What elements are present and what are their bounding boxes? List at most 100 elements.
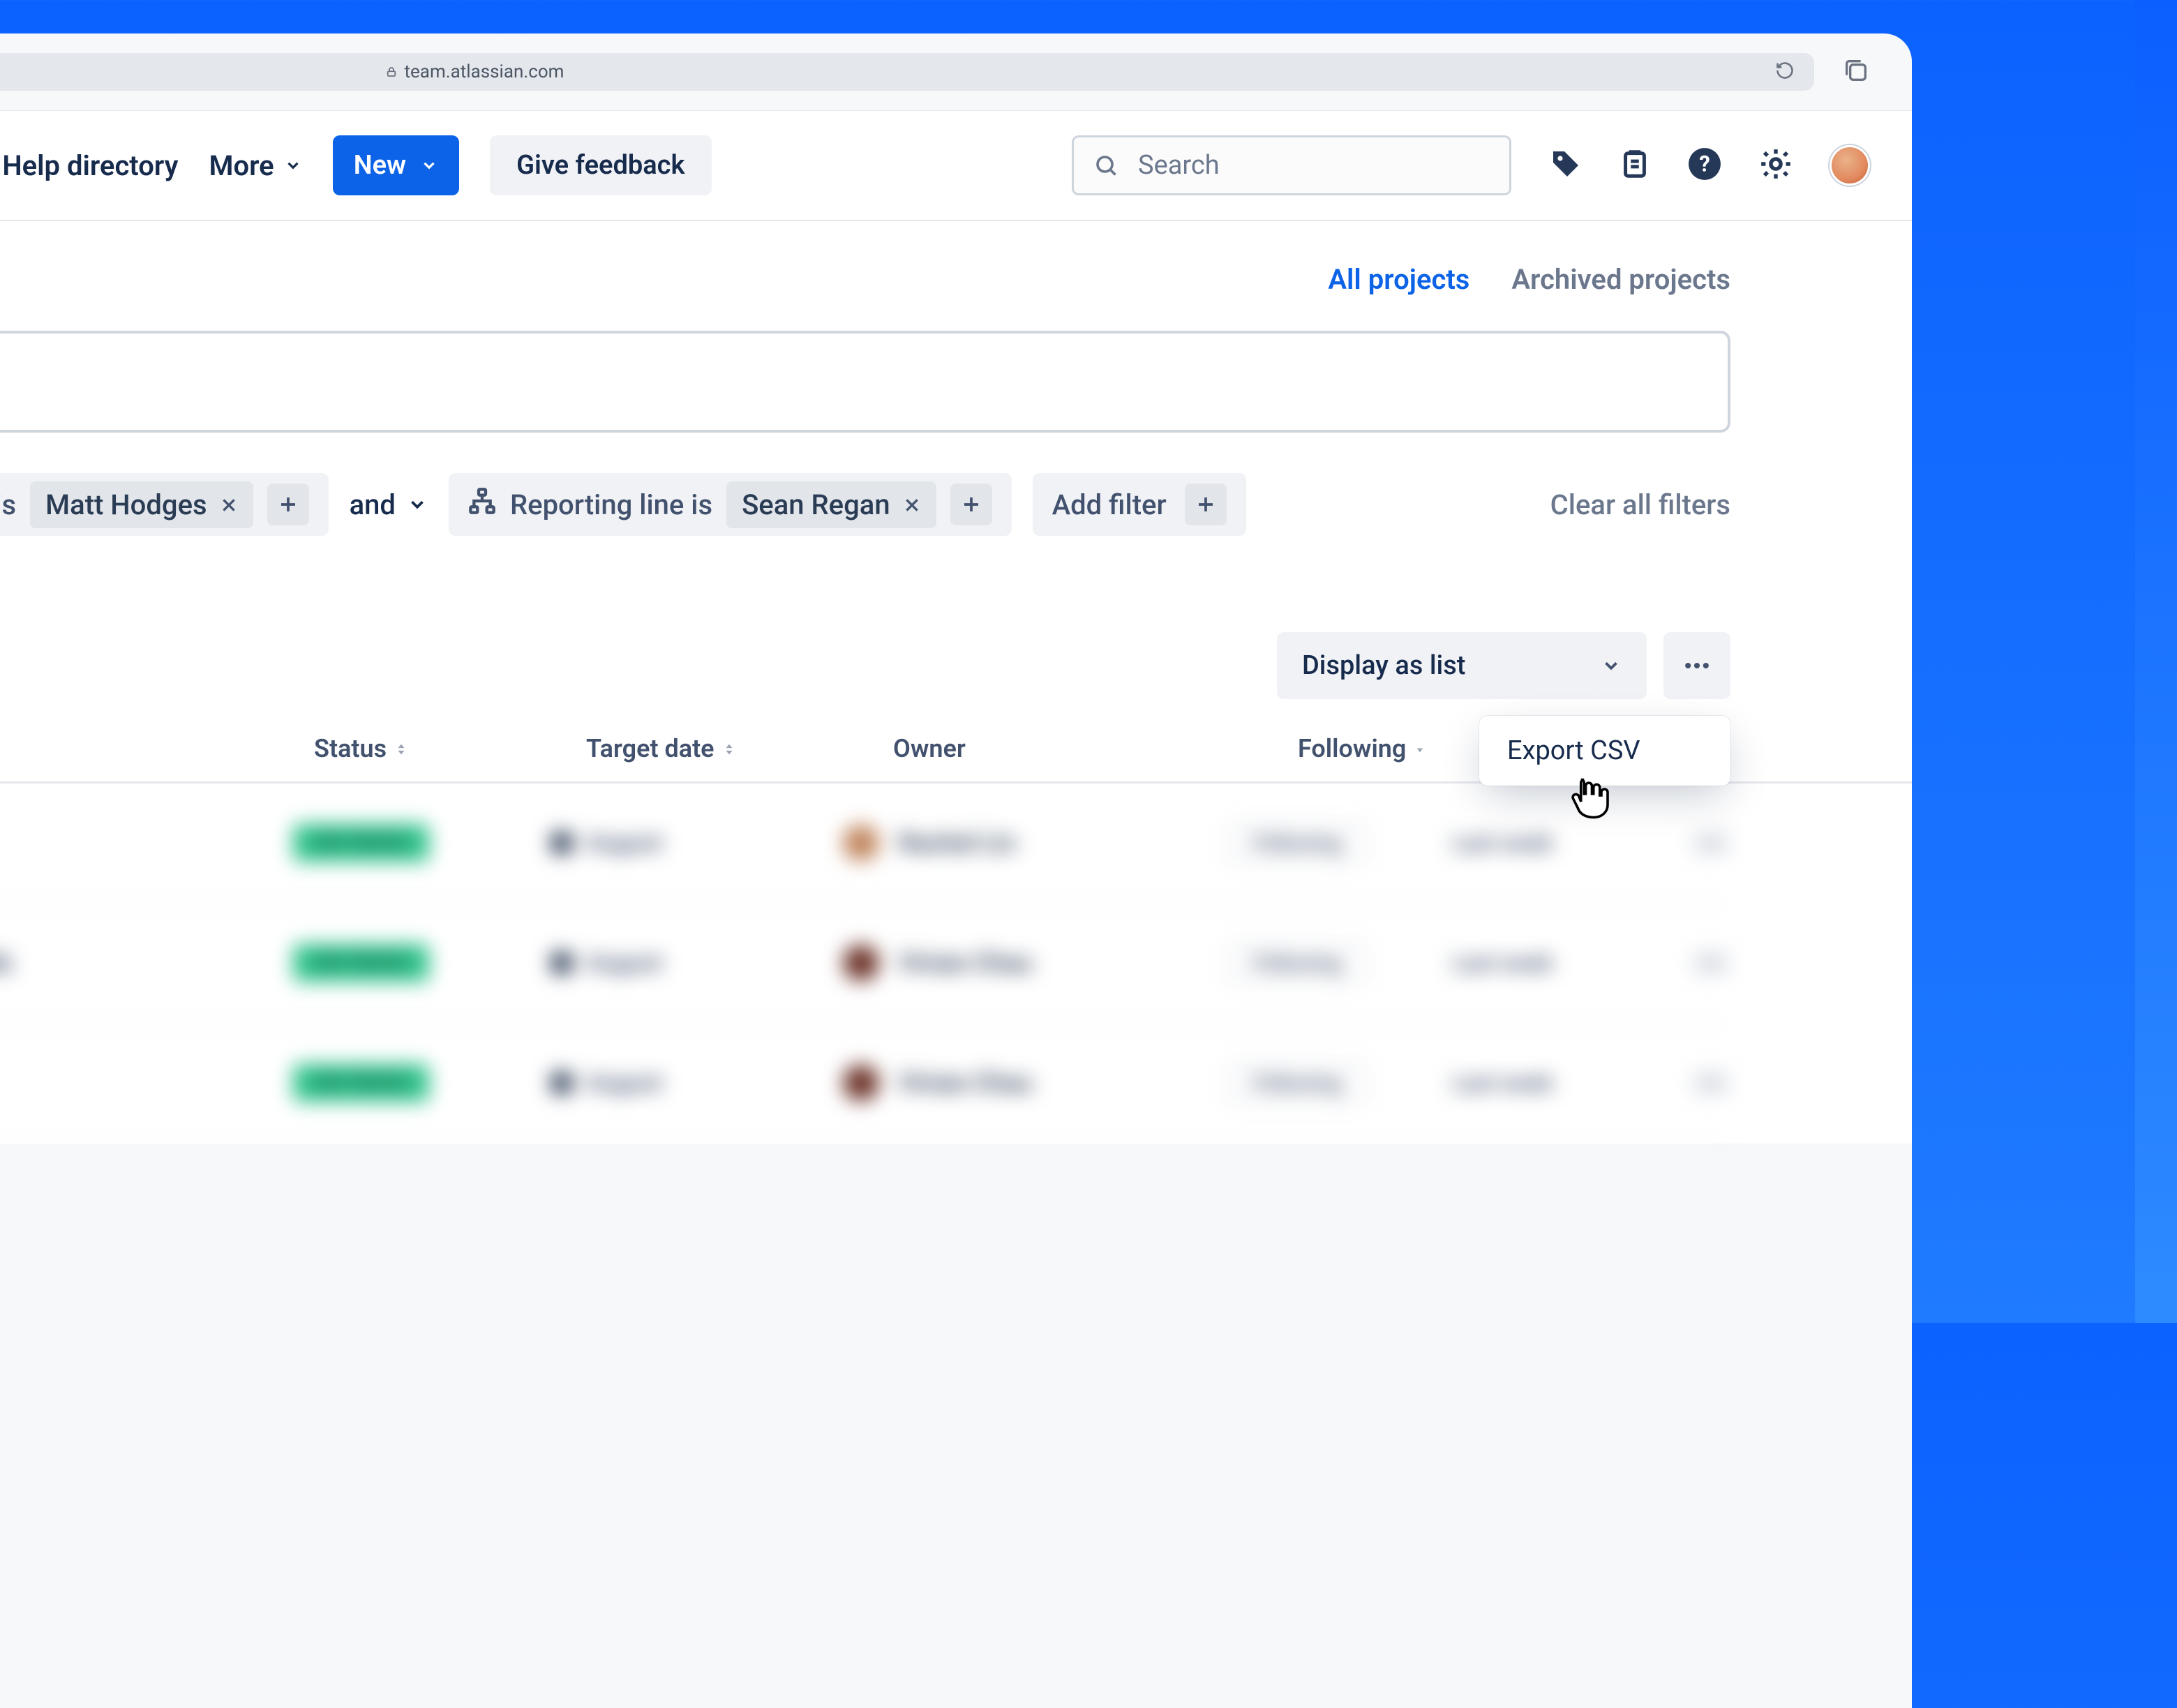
add-filter-button[interactable]: Add filter (1033, 473, 1246, 536)
add-contributor-button[interactable] (267, 484, 309, 525)
app-header: ms Help directory More New Give feedback (0, 111, 1912, 221)
search-icon (1093, 153, 1119, 178)
hierarchy-icon (468, 487, 496, 522)
row-actions[interactable] (1691, 829, 1730, 857)
filter-row: butor is Matt Hodges and (0, 460, 1912, 548)
row-following[interactable]: Following (1227, 1063, 1453, 1103)
owner-avatar (843, 825, 879, 861)
col-following-label: Following (1298, 734, 1406, 763)
chip-reporting-line-text: Sean Regan (742, 488, 890, 521)
target-dot-icon (551, 1072, 572, 1093)
chevron-down-icon (407, 494, 428, 515)
display-mode-select[interactable]: Display as list (1277, 632, 1647, 699)
search-placeholder: Search (1138, 150, 1220, 181)
filter-reporting-line-label: Reporting line is (510, 488, 712, 521)
plus-icon (1195, 494, 1216, 515)
more-horizontal-icon (1691, 1069, 1730, 1097)
filter-connector-label: and (350, 488, 396, 521)
new-button-label: New (354, 150, 406, 181)
table-row[interactable]: timonialsON TRACKAugustVivian ChauFollow… (0, 904, 1730, 1024)
owner-avatar (843, 1065, 879, 1101)
status-badge: ON TRACK (293, 944, 429, 982)
col-target-date[interactable]: Target date (586, 734, 893, 763)
settings-icon[interactable] (1758, 147, 1793, 184)
status-badge: ON TRACK (293, 824, 429, 862)
more-actions-button[interactable] (1663, 632, 1730, 699)
clipboard-icon[interactable] (1619, 148, 1651, 183)
row-title: timonials (0, 947, 293, 978)
url-text: team.atlassian.com (405, 61, 564, 82)
row-actions[interactable] (1691, 949, 1730, 977)
row-following[interactable]: Following (1227, 943, 1453, 983)
chip-remove-icon[interactable] (220, 488, 238, 521)
row-status-cell: ON TRACK (293, 944, 551, 982)
add-reporting-line-button[interactable] (950, 484, 992, 525)
more-horizontal-icon (1691, 949, 1730, 977)
target-dot-icon (551, 832, 572, 853)
row-owner[interactable]: Vivian Chau (843, 1065, 1227, 1101)
row-last: Last week (1452, 950, 1691, 976)
chip-contributor-text: Matt Hodges (45, 488, 207, 521)
col-status-label: Status (314, 734, 387, 763)
svg-text:?: ? (1699, 151, 1710, 177)
row-owner[interactable]: Rachel Lin (843, 825, 1227, 861)
filter-reporting-line[interactable]: Reporting line is Sean Regan (449, 473, 1012, 536)
display-row: Display as list Export CSV (0, 548, 1912, 713)
search-input[interactable]: Search (1072, 135, 1511, 195)
filter-contributor-label: butor is (0, 488, 16, 521)
chip-contributor-value[interactable]: Matt Hodges (30, 481, 253, 528)
sort-desc-icon (1413, 734, 1427, 763)
tabs-icon[interactable] (1842, 57, 1870, 87)
app-root: ms Help directory More New Give feedback (0, 110, 1912, 1144)
url-content: team.atlassian.com (385, 61, 564, 82)
nav-more-label: More (209, 149, 274, 182)
nav-help-directory[interactable]: Help directory (2, 149, 178, 182)
nav-help-directory-label: Help directory (2, 149, 178, 182)
target-dot-icon (551, 952, 572, 973)
stage: team.atlassian.com ms Help directory (0, 0, 2177, 1323)
row-status-cell: ON TRACK (293, 824, 551, 862)
tab-all-projects-label: All projects (1328, 263, 1469, 296)
chevron-down-icon (420, 156, 438, 174)
following-pill[interactable]: Following (1227, 943, 1367, 983)
avatar[interactable] (1830, 145, 1870, 186)
url-bar[interactable]: team.atlassian.com (0, 53, 1814, 91)
clear-all-filters[interactable]: Clear all filters (1550, 488, 1730, 521)
following-pill[interactable]: Following (1227, 1063, 1367, 1103)
project-search-box[interactable] (0, 331, 1730, 433)
table-row[interactable]: ON TRACKAugustVivian ChauFollowingLast w… (0, 1024, 1730, 1144)
sort-icon (721, 734, 737, 763)
add-filter-plus[interactable] (1185, 484, 1227, 525)
col-status[interactable]: Status (314, 734, 586, 763)
table-body: ON TRACKAugustRachel LinFollowingLast we… (0, 784, 1912, 1144)
tab-archived-projects[interactable]: Archived projects (1511, 263, 1730, 296)
table-row[interactable]: ON TRACKAugustRachel LinFollowingLast we… (0, 784, 1730, 904)
browser-window: team.atlassian.com ms Help directory (0, 33, 1912, 1708)
row-actions[interactable] (1691, 1069, 1730, 1097)
header-icons: ? (1549, 145, 1870, 186)
chip-remove-icon[interactable] (903, 488, 921, 521)
more-horizontal-icon (1691, 829, 1730, 857)
clear-all-filters-label: Clear all filters (1550, 488, 1730, 521)
export-csv-label: Export CSV (1507, 735, 1640, 766)
plus-icon (961, 494, 982, 515)
chip-reporting-line-value[interactable]: Sean Regan (726, 481, 936, 528)
tag-icon[interactable] (1549, 147, 1583, 183)
new-button[interactable]: New (333, 135, 459, 195)
tab-all-projects[interactable]: All projects (1328, 263, 1469, 296)
help-icon[interactable]: ? (1687, 147, 1722, 184)
plus-icon (278, 494, 299, 515)
give-feedback-button[interactable]: Give feedback (490, 135, 711, 195)
col-target-date-label: Target date (586, 734, 715, 763)
col-owner[interactable]: Owner (893, 734, 1298, 763)
row-following[interactable]: Following (1227, 823, 1453, 863)
owner-avatar (843, 945, 879, 981)
filter-connector[interactable]: and (350, 488, 428, 521)
lock-icon (385, 66, 398, 78)
filter-contributor[interactable]: butor is Matt Hodges (0, 473, 329, 536)
row-owner[interactable]: Vivian Chau (843, 945, 1227, 981)
nav-more[interactable]: More (209, 149, 302, 182)
reload-icon[interactable] (1775, 61, 1795, 83)
sort-icon (394, 734, 409, 763)
following-pill[interactable]: Following (1227, 823, 1367, 863)
